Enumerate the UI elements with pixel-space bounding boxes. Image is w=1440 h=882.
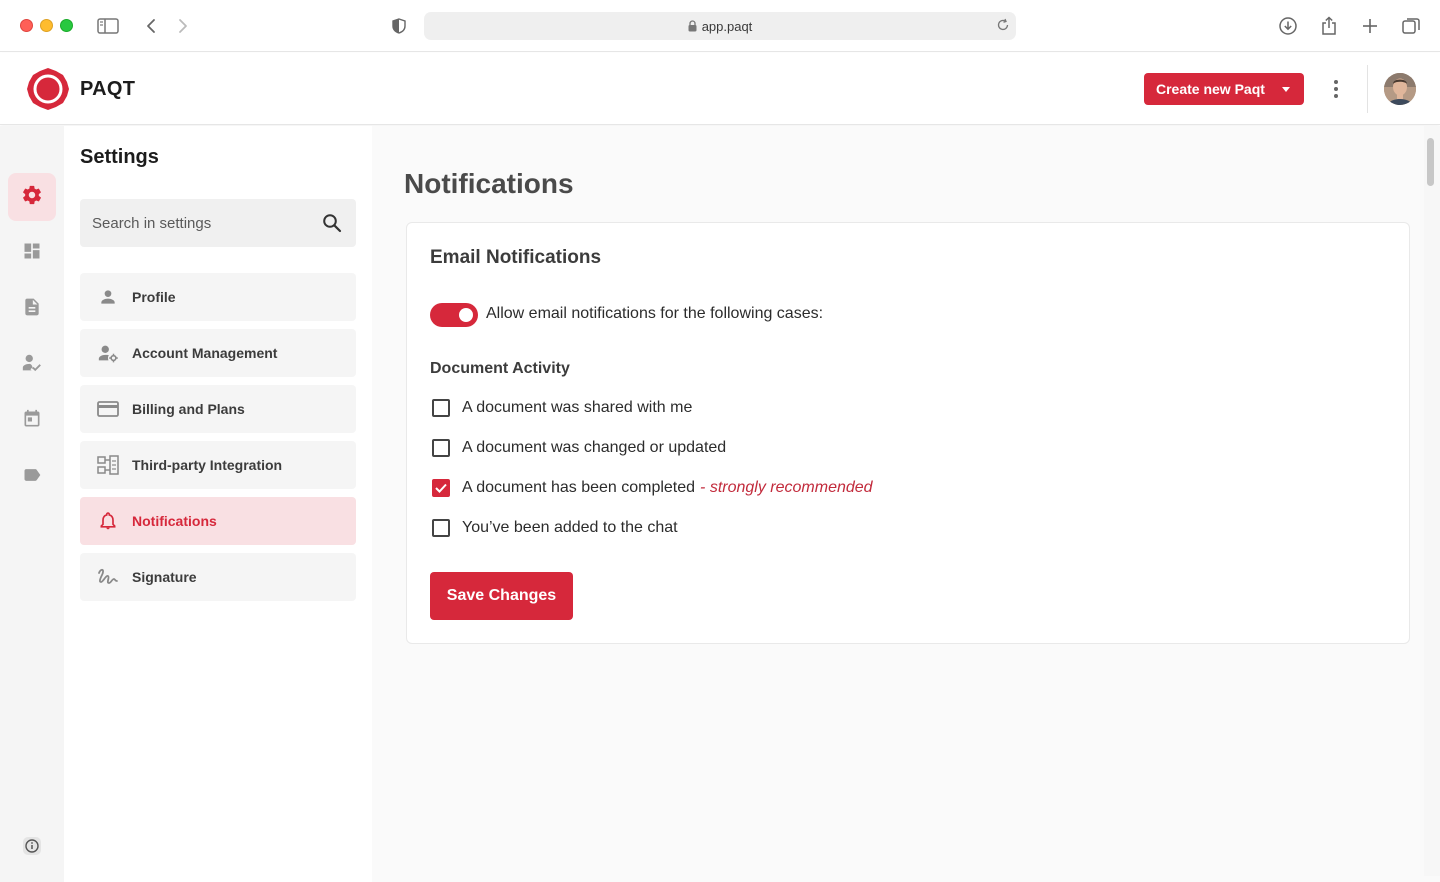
info-icon[interactable] bbox=[20, 834, 44, 858]
address-bar[interactable]: app.paqt bbox=[424, 12, 1016, 40]
settings-nav-integration[interactable]: Third-party Integration bbox=[80, 441, 356, 489]
page-title: Notifications bbox=[404, 168, 574, 199]
option-label: You’ve been added to the chat bbox=[462, 519, 678, 536]
user-gear-icon bbox=[97, 342, 119, 364]
app-rail bbox=[0, 126, 64, 882]
reload-icon[interactable] bbox=[996, 18, 1010, 32]
settings-sidebar: Settings Profile Account Management Bill… bbox=[64, 126, 372, 882]
main-content: Notifications Email Notifications Allow … bbox=[372, 126, 1440, 882]
download-icon[interactable] bbox=[1276, 14, 1300, 38]
option-row[interactable]: A document was shared with me bbox=[432, 396, 692, 420]
search-icon[interactable] bbox=[322, 213, 342, 233]
user-avatar[interactable] bbox=[1384, 73, 1416, 105]
rail-settings-button[interactable] bbox=[8, 173, 56, 221]
scrollbar-thumb[interactable] bbox=[1427, 138, 1434, 186]
browser-toolbar: app.paqt bbox=[0, 0, 1440, 52]
toggle-label: Allow email notifications for the follow… bbox=[486, 305, 824, 322]
back-icon[interactable] bbox=[139, 14, 163, 38]
settings-nav-label: Account Management bbox=[132, 345, 278, 361]
settings-search-input[interactable] bbox=[92, 214, 322, 232]
url-text: app.paqt bbox=[701, 18, 753, 34]
rail-signers-button[interactable] bbox=[8, 341, 56, 389]
settings-nav-profile[interactable]: Profile bbox=[80, 273, 356, 321]
settings-nav-signature[interactable]: Signature bbox=[80, 553, 356, 601]
tag-icon bbox=[22, 465, 42, 490]
header-divider bbox=[1367, 65, 1368, 113]
dashboard-icon bbox=[22, 241, 42, 266]
recommended-note: - strongly recommended bbox=[700, 479, 873, 496]
rail-dashboard-button[interactable] bbox=[8, 229, 56, 277]
share-icon[interactable] bbox=[1317, 14, 1341, 38]
settings-title: Settings bbox=[80, 146, 159, 168]
calendar-icon bbox=[22, 409, 42, 434]
rail-calendar-button[interactable] bbox=[8, 397, 56, 445]
window-close-button[interactable] bbox=[20, 19, 33, 32]
email-notifications-card: Email Notifications Allow email notifica… bbox=[406, 222, 1410, 644]
option-row[interactable]: A document has been completed - strongly… bbox=[432, 476, 873, 500]
settings-nav-label: Profile bbox=[132, 289, 176, 305]
create-new-paqt-button[interactable]: Create new Paqt bbox=[1144, 73, 1304, 105]
document-icon bbox=[22, 297, 42, 322]
section-title: Document Activity bbox=[430, 360, 570, 377]
rail-tags-button[interactable] bbox=[8, 453, 56, 501]
person-icon bbox=[97, 286, 119, 308]
new-tab-icon[interactable] bbox=[1358, 14, 1382, 38]
checkbox[interactable] bbox=[432, 519, 450, 537]
settings-nav-notifications[interactable]: Notifications bbox=[80, 497, 356, 545]
settings-nav-billing[interactable]: Billing and Plans bbox=[80, 385, 356, 433]
user-check-icon bbox=[21, 352, 43, 379]
checkbox[interactable] bbox=[432, 399, 450, 417]
brand-name: PAQT bbox=[80, 78, 136, 100]
create-new-paqt-label: Create new Paqt bbox=[1156, 81, 1265, 97]
credit-card-icon bbox=[97, 398, 119, 420]
option-row[interactable]: A document was changed or updated bbox=[432, 436, 726, 460]
option-row[interactable]: You’ve been added to the chat bbox=[432, 516, 678, 540]
window-zoom-button[interactable] bbox=[60, 19, 73, 32]
signature-icon bbox=[97, 566, 119, 588]
window-minimize-button[interactable] bbox=[40, 19, 53, 32]
settings-nav-label: Signature bbox=[132, 569, 197, 585]
settings-nav-label: Billing and Plans bbox=[132, 401, 245, 417]
option-label: A document has been completed bbox=[462, 479, 696, 496]
settings-nav-label: Third-party Integration bbox=[132, 457, 283, 473]
page-scrollbar[interactable] bbox=[1424, 126, 1440, 876]
option-label: A document was changed or updated bbox=[462, 439, 727, 456]
more-options-icon[interactable] bbox=[1324, 77, 1348, 101]
settings-nav-label: Notifications bbox=[132, 513, 217, 529]
paqt-logo-icon[interactable] bbox=[26, 67, 70, 111]
gear-icon bbox=[21, 184, 43, 211]
bell-icon bbox=[97, 510, 119, 532]
toggle-knob bbox=[459, 308, 473, 322]
sidebar-toggle-icon[interactable] bbox=[96, 14, 120, 38]
save-changes-button[interactable]: Save Changes bbox=[430, 572, 573, 620]
option-label: A document was shared with me bbox=[462, 399, 693, 416]
app-header: PAQT Create new Paqt bbox=[0, 53, 1440, 125]
checkbox[interactable] bbox=[432, 439, 450, 457]
settings-nav-account-management[interactable]: Account Management bbox=[80, 329, 356, 377]
checkbox-checked[interactable] bbox=[432, 479, 450, 497]
forward-icon[interactable] bbox=[171, 14, 195, 38]
caret-down-icon bbox=[1282, 87, 1290, 92]
privacy-shield-icon[interactable] bbox=[387, 14, 411, 38]
tab-overview-icon[interactable] bbox=[1399, 14, 1423, 38]
card-title: Email Notifications bbox=[430, 247, 602, 268]
lock-icon bbox=[688, 20, 697, 32]
checkmark-icon bbox=[435, 483, 447, 493]
settings-search[interactable] bbox=[80, 199, 356, 247]
integration-icon bbox=[97, 454, 119, 476]
email-notifications-toggle[interactable] bbox=[430, 303, 478, 327]
rail-documents-button[interactable] bbox=[8, 285, 56, 333]
